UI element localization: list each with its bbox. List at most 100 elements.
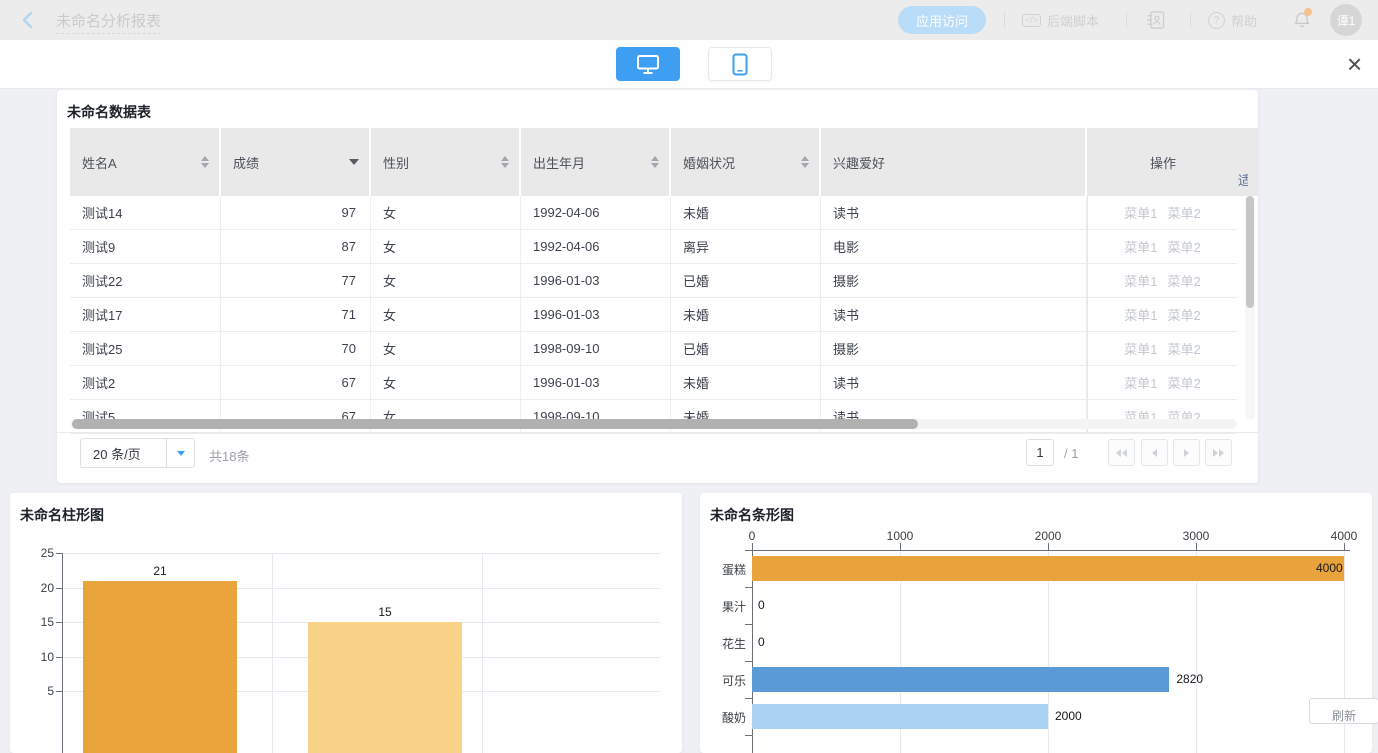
chevron-down-icon [166,439,194,467]
next-page-button[interactable] [1173,439,1200,466]
horizontal-bar[interactable] [752,556,1344,581]
row-action-link[interactable]: 菜单2 [1168,271,1201,290]
preview-toolbar: × [0,40,1378,89]
column-header-5[interactable]: 婚姻状况 [671,128,819,196]
table-row: 测试1497女1992-04-06未婚读书菜单1菜单2 [70,196,1237,230]
row-action-link[interactable]: 菜单1 [1124,271,1157,290]
y-axis-line [62,553,63,753]
first-page-button[interactable] [1108,439,1135,466]
column-header-4[interactable]: 出生年月 [521,128,669,196]
column-bar[interactable] [308,622,462,753]
row-action-link[interactable]: 菜单1 [1124,339,1157,358]
column-header-2[interactable]: 成绩 [221,128,369,196]
gridline-h [62,553,660,554]
row-actions-cell: 菜单1 菜单2 [1087,366,1237,399]
category-label: 酸奶 [704,709,746,726]
vertical-scrollbar-thumb[interactable] [1246,196,1254,308]
bar-chart-title: 未命名条形图 [710,505,794,525]
table-cell: 读书 [821,366,1087,399]
vertical-scrollbar[interactable] [1245,196,1255,420]
header-filler: 适 [1237,128,1258,196]
x-axis-tick [1048,543,1049,550]
table-cell: 1996-01-03 [521,264,671,297]
bar-chart-card: 未命名条形图 01000200030004000蛋糕4000果汁0花生0可乐28… [700,493,1372,753]
x-axis-tick-label: 0 [732,529,772,543]
clipped-floating-button[interactable]: 刷新 [1309,698,1378,724]
row-actions-cell: 菜单1 菜单2 [1087,196,1237,229]
category-label: 可乐 [704,672,746,689]
row-action-link[interactable]: 菜单2 [1168,203,1201,222]
row-action-link[interactable]: 菜单1 [1124,237,1157,256]
table-row: 测试1771女1996-01-03未婚读书菜单1菜单2 [70,298,1237,332]
table-cell: 71 [221,298,371,331]
sort-icon [201,156,209,168]
column-header-label: 出生年月 [533,153,585,172]
row-actions-cell: 菜单1 菜单2 [1087,264,1237,297]
bar-value-label: 21 [140,564,180,578]
monitor-icon [637,55,659,74]
column-header-3[interactable]: 性别 [371,128,519,196]
table-row: 测试2570女1998-09-10已婚摄影菜单1菜单2 [70,332,1237,366]
address-book-icon[interactable] [1146,10,1165,30]
category-separator-line [272,553,273,753]
column-header-label: 性别 [383,153,409,172]
column-header-1[interactable]: 姓名A [70,128,219,196]
category-label: 蛋糕 [704,561,746,578]
last-page-button[interactable] [1205,439,1232,466]
backend-script-button[interactable]: </> 后端脚本 [1022,0,1099,40]
table-cell: 电影 [821,230,1087,263]
table-cell: 女 [371,332,521,365]
table-cell: 测试9 [70,230,221,263]
table-cell: 1996-01-03 [521,366,671,399]
bar-value-label: 0 [758,598,765,612]
table-cell: 1996-01-03 [521,298,671,331]
column-bar[interactable] [83,581,237,753]
page-number-input[interactable]: 1 [1026,439,1054,466]
table-row: 测试2277女1996-01-03已婚摄影菜单1菜单2 [70,264,1237,298]
table-cell: 读书 [821,298,1087,331]
row-action-link[interactable]: 菜单2 [1168,237,1201,256]
x-axis-line [746,550,1350,551]
page-size-value: 20 条/页 [81,444,166,463]
row-action-link[interactable]: 菜单2 [1168,339,1201,358]
row-actions-cell: 菜单1 菜单2 [1087,230,1237,263]
column-header-6: 兴趣爱好 [821,128,1085,196]
table-cell: 测试14 [70,196,221,229]
back-icon[interactable] [22,11,34,29]
category-axis-tick [745,587,752,588]
mobile-view-toggle[interactable] [708,47,772,81]
app-access-button[interactable]: 应用访问 [898,6,986,34]
table-cell: 女 [371,196,521,229]
row-action-link[interactable]: 菜单2 [1168,305,1201,324]
table-cell: 女 [371,366,521,399]
horizontal-bar[interactable] [752,704,1048,729]
table-header-row: 姓名A成绩性别出生年月婚姻状况兴趣爱好操作 [70,128,1237,196]
data-table-card: 未命名数据表 姓名A成绩性别出生年月婚姻状况兴趣爱好操作 适 测试1497女19… [57,90,1258,483]
table-cell: 未婚 [671,298,821,331]
help-button[interactable]: ? 帮助 [1208,0,1257,40]
help-icon: ? [1208,12,1225,29]
table-cell: 女 [371,230,521,263]
row-action-link[interactable]: 菜单1 [1124,203,1157,222]
row-action-link[interactable]: 菜单1 [1124,305,1157,324]
horizontal-scrollbar-thumb[interactable] [72,419,918,429]
table-cell: 87 [221,230,371,263]
table-cell: 摄影 [821,264,1087,297]
row-action-link[interactable]: 菜单1 [1124,373,1157,392]
user-avatar[interactable]: 谭1 [1330,4,1362,36]
horizontal-scrollbar[interactable] [70,419,1237,429]
horizontal-bar[interactable] [752,667,1169,692]
divider [1190,12,1191,28]
row-action-link[interactable]: 菜单2 [1168,373,1201,392]
close-icon[interactable]: × [1347,46,1362,82]
x-axis-tick-label: 1000 [880,529,920,543]
bar-value-label: 2000 [1055,709,1082,723]
prev-page-button[interactable] [1141,439,1168,466]
backend-script-label: 后端脚本 [1047,11,1099,30]
table-cell: 70 [221,332,371,365]
category-axis-tick [745,661,752,662]
page-size-select[interactable]: 20 条/页 [80,438,195,468]
table-cell: 77 [221,264,371,297]
table-cell: 67 [221,366,371,399]
desktop-view-toggle[interactable] [616,47,680,81]
